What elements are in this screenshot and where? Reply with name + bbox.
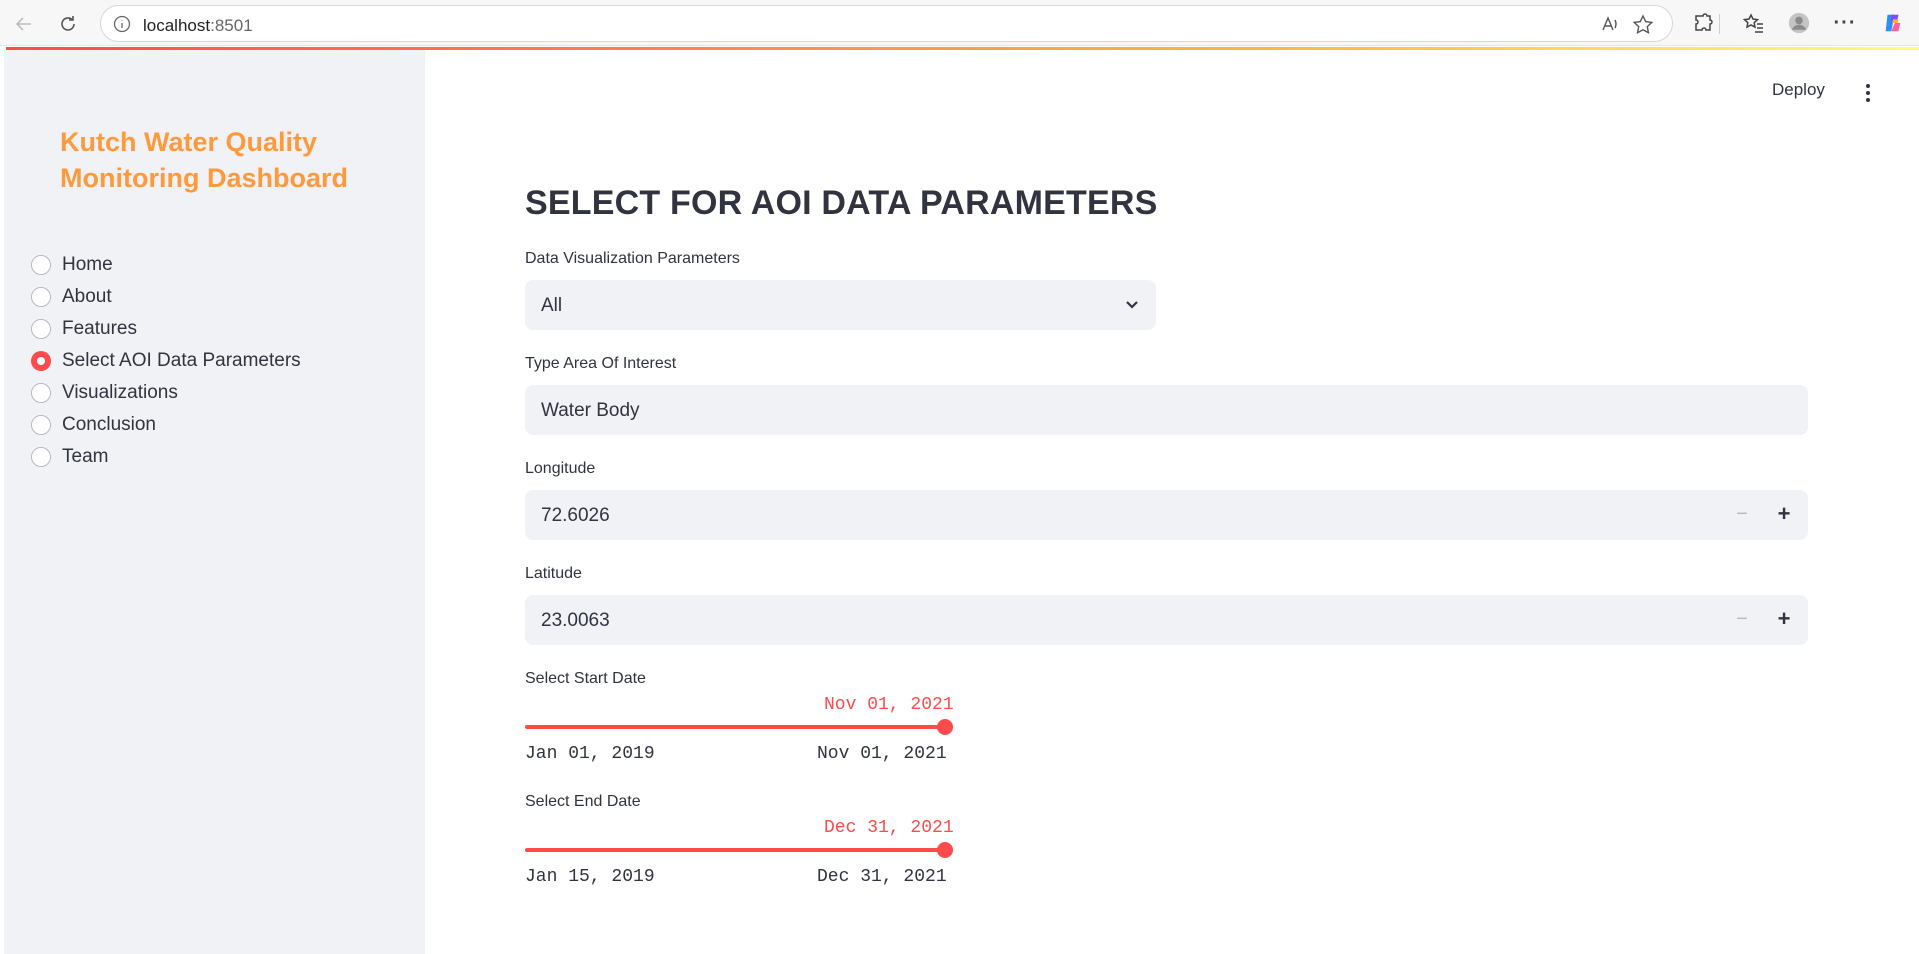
viz-param-label: Data Visualization Parameters	[525, 250, 740, 267]
nav-label: Features	[62, 318, 137, 339]
nav-label: Select AOI Data Parameters	[62, 350, 301, 371]
aoi-label: Type Area Of Interest	[525, 355, 677, 372]
latitude-input[interactable]: 23.0063 − +	[525, 595, 1808, 645]
viz-param-value: All	[541, 295, 563, 316]
start-date-current-value: Nov 01, 2021	[824, 695, 954, 715]
longitude-label: Longitude	[525, 460, 596, 477]
copilot-icon[interactable]	[1880, 10, 1906, 36]
read-aloud-icon[interactable]	[1600, 14, 1620, 34]
radio-icon[interactable]	[31, 255, 51, 275]
nav-item-features[interactable]: Features	[30, 313, 301, 345]
sidebar-title: Kutch Water Quality Monitoring Dashboard	[60, 127, 348, 193]
viz-param-select[interactable]: All	[525, 280, 1156, 330]
nav-label: Team	[62, 446, 109, 467]
browser-more-icon[interactable]: ···	[1832, 10, 1858, 36]
end-date-max: Dec 31, 2021	[817, 867, 947, 887]
aoi-value: Water Body	[541, 400, 640, 421]
longitude-input[interactable]: 72.6026 − +	[525, 490, 1808, 540]
nav-label: Conclusion	[62, 414, 156, 435]
radio-selected-icon[interactable]	[31, 351, 51, 371]
end-date-slider-handle[interactable]	[937, 842, 953, 858]
address-bar[interactable]: localhost:8501	[100, 5, 1673, 42]
radio-icon[interactable]	[31, 319, 51, 339]
nav-item-about[interactable]: About	[30, 281, 301, 313]
start-date-slider-track[interactable]	[525, 725, 945, 729]
end-date-current-value: Dec 31, 2021	[824, 818, 954, 838]
latitude-decrement-button[interactable]: −	[1728, 607, 1756, 633]
nav-item-visualizations[interactable]: Visualizations	[30, 377, 301, 409]
page-title: SELECT FOR AOI DATA PARAMETERS	[525, 184, 1158, 222]
start-date-label: Select Start Date	[525, 670, 646, 687]
favorite-star-icon[interactable]	[1632, 14, 1654, 36]
longitude-decrement-button[interactable]: −	[1728, 502, 1756, 528]
start-date-min: Jan 01, 2019	[525, 744, 655, 764]
navigation-radio-group: Home About Features Select AOI Data Para…	[30, 249, 301, 473]
deploy-button[interactable]: Deploy	[1772, 80, 1825, 100]
nav-label: Visualizations	[62, 382, 178, 403]
radio-icon[interactable]	[31, 415, 51, 435]
extensions-icon[interactable]	[1690, 10, 1716, 36]
nav-label: About	[62, 286, 112, 307]
back-icon[interactable]	[8, 8, 40, 40]
longitude-increment-button[interactable]: +	[1770, 502, 1798, 528]
radio-icon[interactable]	[31, 383, 51, 403]
toolbar-divider	[1719, 14, 1720, 34]
radio-icon[interactable]	[31, 287, 51, 307]
reload-icon[interactable]	[52, 8, 84, 40]
end-date-min: Jan 15, 2019	[525, 867, 655, 887]
chevron-down-icon	[1122, 295, 1142, 315]
nav-item-team[interactable]: Team	[30, 441, 301, 473]
site-info-icon[interactable]	[113, 15, 131, 33]
profile-avatar-icon[interactable]	[1786, 10, 1812, 36]
longitude-value: 72.6026	[541, 505, 610, 526]
url-text[interactable]: localhost:8501	[143, 16, 253, 36]
end-date-label: Select End Date	[525, 793, 641, 810]
aoi-input[interactable]: Water Body	[525, 385, 1808, 435]
browser-toolbar: localhost:8501 ···	[0, 0, 1919, 46]
latitude-label: Latitude	[525, 565, 582, 582]
radio-icon[interactable]	[31, 447, 51, 467]
latitude-value: 23.0063	[541, 610, 610, 631]
nav-item-select-aoi[interactable]: Select AOI Data Parameters	[30, 345, 301, 377]
nav-item-home[interactable]: Home	[30, 249, 301, 281]
end-date-slider-track[interactable]	[525, 848, 945, 852]
start-date-max: Nov 01, 2021	[817, 744, 947, 764]
favorites-icon[interactable]	[1741, 10, 1767, 36]
main-menu-icon[interactable]	[1858, 80, 1878, 106]
nav-label: Home	[62, 254, 113, 275]
nav-item-conclusion[interactable]: Conclusion	[30, 409, 301, 441]
start-date-slider-handle[interactable]	[937, 719, 953, 735]
latitude-increment-button[interactable]: +	[1770, 607, 1798, 633]
